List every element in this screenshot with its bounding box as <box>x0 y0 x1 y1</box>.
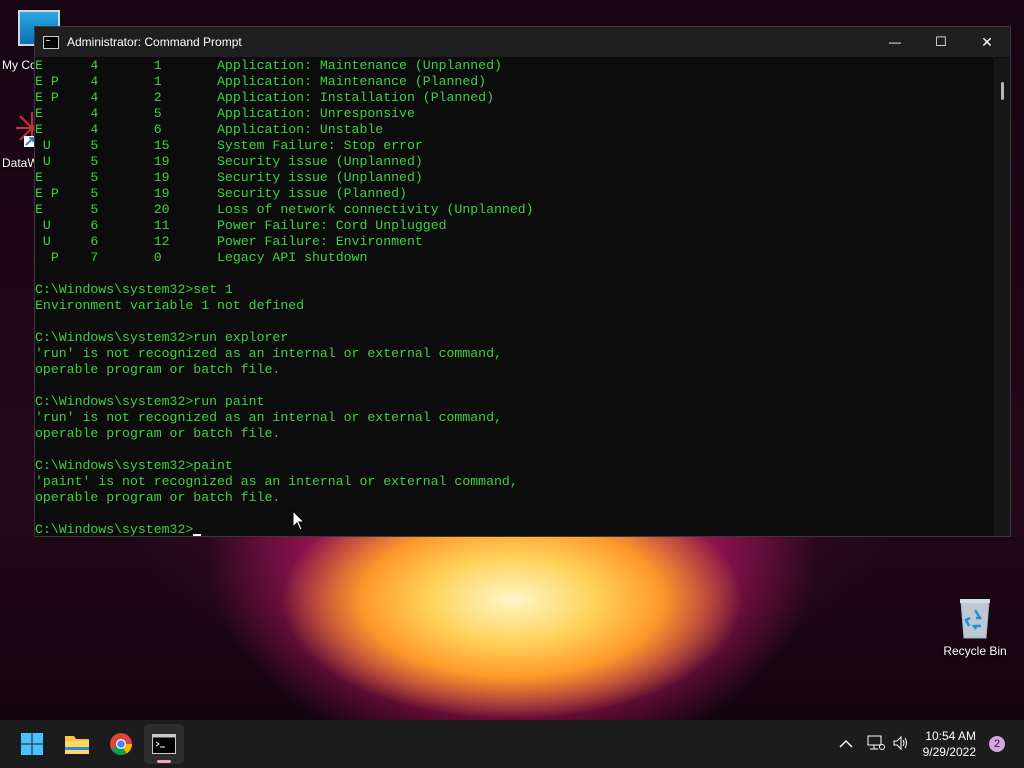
start-button[interactable] <box>12 724 52 764</box>
close-button[interactable]: ✕ <box>964 27 1010 57</box>
console-line: C:\Windows\system32>paint <box>35 458 233 473</box>
minimize-icon: — <box>889 35 901 49</box>
my-computer-label: My Co <box>2 58 37 72</box>
maximize-icon: ☐ <box>935 34 947 49</box>
command-prompt-text: C:\Windows\system32> <box>35 522 194 536</box>
console-line: 'run' is not recognized as an internal o… <box>35 346 502 361</box>
maximize-button[interactable]: ☐ <box>918 27 964 57</box>
volume-icon[interactable] <box>890 735 912 754</box>
console-line: C:\Windows\system32>run paint <box>35 394 265 409</box>
chevron-up-icon[interactable] <box>836 736 856 752</box>
console-line: U 5 15 System Failure: Stop error <box>35 138 423 153</box>
console-line: E 5 19 Security issue (Unplanned) <box>35 170 423 185</box>
window-title: Administrator: Command Prompt <box>67 35 242 49</box>
cmd-app-icon <box>43 35 59 49</box>
recycle-bin-label: Recycle Bin <box>943 644 1007 658</box>
console-line: E 4 5 Application: Unresponsive <box>35 106 415 121</box>
windows-start-icon <box>21 733 43 755</box>
recycle-bin-icon <box>960 599 990 639</box>
chrome-button[interactable] <box>101 724 141 764</box>
console-line: U 6 12 Power Failure: Environment <box>35 234 423 249</box>
active-app-indicator <box>157 760 171 763</box>
console-line: C:\Windows\system32>set 1 <box>35 282 233 297</box>
console-output[interactable]: E 4 1 Application: Maintenance (Unplanne… <box>35 58 994 536</box>
clock-time: 10:54 AM <box>925 729 976 743</box>
notification-badge[interactable]: 2 <box>989 736 1005 752</box>
console-line: E 4 6 Application: Unstable <box>35 122 384 137</box>
taskbar: 10:54 AM 9/29/2022 2 <box>0 720 1024 768</box>
console-line: 'paint' is not recognized as an internal… <box>35 474 518 489</box>
console-line: operable program or batch file. <box>35 362 281 377</box>
console-line: E P 5 19 Security issue (Planned) <box>35 186 407 201</box>
console-line: operable program or batch file. <box>35 426 281 441</box>
minimize-button[interactable]: — <box>872 27 918 57</box>
chrome-icon <box>110 733 132 755</box>
network-icon[interactable] <box>862 735 890 754</box>
console-line: P 7 0 Legacy API shutdown <box>35 250 368 265</box>
command-prompt-window[interactable]: Administrator: Command Prompt — ☐ ✕ E 4 … <box>34 26 1011 537</box>
system-tray <box>836 720 912 768</box>
text-cursor <box>193 534 202 536</box>
close-icon: ✕ <box>981 33 993 50</box>
clock[interactable]: 10:54 AM 9/29/2022 <box>923 728 976 760</box>
console-line: C:\Windows\system32>run explorer <box>35 330 289 345</box>
console-line: E P 4 2 Application: Installation (Plann… <box>35 90 494 105</box>
console-line: E 5 20 Loss of network connectivity (Unp… <box>35 202 534 217</box>
recycle-bin[interactable]: Recycle Bin <box>937 596 1013 658</box>
console-line: Environment variable 1 not defined <box>35 298 305 313</box>
vertical-scrollbar[interactable] <box>994 58 1010 536</box>
console-prompt-line[interactable]: C:\Windows\system32> <box>35 522 994 536</box>
console-line: 'run' is not recognized as an internal o… <box>35 410 502 425</box>
command-prompt-taskbar-button[interactable] <box>144 724 184 764</box>
console-line: E 4 1 Application: Maintenance (Unplanne… <box>35 58 502 73</box>
title-bar[interactable]: Administrator: Command Prompt — ☐ ✕ <box>35 27 1010 57</box>
file-explorer-icon <box>65 736 89 754</box>
mouse-pointer-icon <box>292 510 306 531</box>
console-line: operable program or batch file. <box>35 490 281 505</box>
scrollbar-thumb[interactable] <box>1001 82 1004 100</box>
file-explorer-button[interactable] <box>57 724 97 764</box>
console-line: U 5 19 Security issue (Unplanned) <box>35 154 423 169</box>
console-line: U 6 11 Power Failure: Cord Unplugged <box>35 218 447 233</box>
console-line: E P 4 1 Application: Maintenance (Planne… <box>35 74 487 89</box>
clock-date: 9/29/2022 <box>922 745 976 759</box>
terminal-icon <box>152 734 176 754</box>
